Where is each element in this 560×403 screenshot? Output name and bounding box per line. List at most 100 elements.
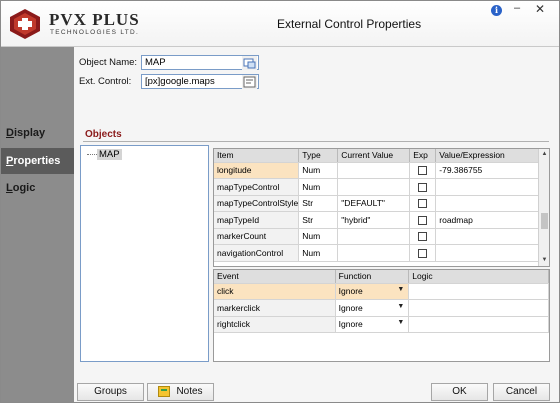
property-value-expression[interactable]: roadmap <box>435 211 544 229</box>
column-header-logic[interactable]: Logic <box>408 270 549 284</box>
column-header-item[interactable]: Item <box>214 149 300 163</box>
brand-name: PVX PLUS <box>49 10 140 29</box>
exp-checkbox[interactable] <box>418 182 428 192</box>
event-function-select[interactable]: Ignore ▼ <box>335 316 410 333</box>
property-current-value: "hybrid" <box>337 211 411 229</box>
object-name-label: Object Name: <box>79 57 138 68</box>
events-header-row: Event Function Logic <box>214 270 549 284</box>
objects-divider <box>83 141 549 142</box>
scroll-thumb[interactable] <box>541 213 548 229</box>
tree-connector <box>87 153 97 155</box>
column-header-function[interactable]: Function <box>335 270 410 284</box>
brand-subtitle: TECHNOLOGIES LTD. <box>50 29 140 36</box>
event-function-value: Ignore <box>338 319 363 330</box>
event-name[interactable]: markerclick <box>214 299 336 317</box>
event-logic[interactable] <box>408 283 549 300</box>
info-icon[interactable]: i <box>491 5 502 16</box>
chevron-down-icon[interactable]: ▼ <box>397 319 404 326</box>
table-row[interactable]: mapTypeControl Num <box>214 178 544 196</box>
events-grid[interactable]: Event Function Logic click Ignore ▼ marke… <box>213 269 550 362</box>
scroll-up-icon[interactable]: ▲ <box>540 150 549 159</box>
external-control-properties-window: PVX PLUS TECHNOLOGIES LTD. External Cont… <box>0 0 560 403</box>
property-exp-cell <box>409 228 437 245</box>
table-row[interactable]: longitude Num -79.386755 <box>214 162 544 179</box>
display-accelerator: D <box>6 127 14 139</box>
column-header-event[interactable]: Event <box>214 270 336 284</box>
table-row[interactable]: click Ignore ▼ <box>214 283 549 300</box>
property-type: Num <box>298 162 339 179</box>
property-item[interactable]: longitude <box>214 162 300 179</box>
objects-tree[interactable]: MAP <box>80 145 209 362</box>
column-header-current-value[interactable]: Current Value <box>337 149 411 163</box>
property-type: Num <box>298 228 339 245</box>
table-row[interactable]: markerclick Ignore ▼ <box>214 299 549 317</box>
exp-checkbox[interactable] <box>418 166 428 176</box>
property-current-value <box>337 228 411 245</box>
cancel-button[interactable]: Cancel <box>493 383 550 401</box>
property-exp-cell <box>409 195 437 212</box>
sidebar: Display Properties Logic <box>1 47 74 402</box>
event-logic[interactable] <box>408 299 549 317</box>
properties-scrollbar[interactable]: ▲ ▼ <box>538 149 549 266</box>
exp-checkbox[interactable] <box>418 248 428 258</box>
table-row[interactable]: rightclick Ignore ▼ <box>214 316 549 333</box>
table-row[interactable]: markerCount Num <box>214 228 544 245</box>
tree-item-map[interactable]: MAP <box>87 149 122 160</box>
event-name[interactable]: rightclick <box>214 316 336 333</box>
exp-checkbox[interactable] <box>418 232 428 242</box>
property-item[interactable]: mapTypeControl <box>214 178 300 196</box>
exp-checkbox[interactable] <box>418 199 428 209</box>
properties-header-row: Item Type Current Value Exp Value/Expres… <box>214 149 544 163</box>
event-logic[interactable] <box>408 316 549 333</box>
properties-grid[interactable]: Item Type Current Value Exp Value/Expres… <box>213 148 550 267</box>
event-function-select[interactable]: Ignore ▼ <box>335 299 410 317</box>
exp-checkbox[interactable] <box>418 215 428 225</box>
table-row[interactable]: mapTypeId Str "hybrid" roadmap <box>214 211 544 229</box>
tree-item-label: MAP <box>97 149 122 160</box>
event-name[interactable]: click <box>214 283 336 300</box>
property-exp-cell <box>409 162 437 179</box>
property-item[interactable]: mapTypeId <box>214 211 300 229</box>
ok-button[interactable]: OK <box>431 383 488 401</box>
event-function-select[interactable]: Ignore ▼ <box>335 283 410 300</box>
property-item[interactable]: navigationControl <box>214 244 300 262</box>
property-value-expression[interactable] <box>435 195 544 212</box>
sidebar-item-label: roperties <box>13 155 61 167</box>
close-button[interactable]: ✕ <box>532 3 548 16</box>
object-name-picker-icon[interactable] <box>242 56 257 70</box>
table-row[interactable]: mapTypeControlStyle Str "DEFAULT" <box>214 195 544 212</box>
property-type: Str <box>298 211 339 229</box>
sidebar-item-logic[interactable]: Logic <box>1 175 74 201</box>
property-type: Str <box>298 195 339 212</box>
sidebar-item-properties[interactable]: Properties <box>1 148 74 174</box>
chevron-down-icon[interactable]: ▼ <box>397 286 404 293</box>
groups-button[interactable]: Groups <box>77 383 144 401</box>
event-function-value: Ignore <box>338 286 363 297</box>
column-header-exp[interactable]: Exp <box>409 149 437 163</box>
property-item[interactable]: mapTypeControlStyle <box>214 195 300 212</box>
events-table: Event Function Logic click Ignore ▼ marke… <box>214 270 549 333</box>
minimize-button[interactable]: – <box>509 3 525 16</box>
column-header-value-expression[interactable]: Value/Expression <box>435 149 544 163</box>
groups-button-label: Groups <box>94 386 127 397</box>
scroll-down-icon[interactable]: ▼ <box>540 256 549 265</box>
property-value-expression[interactable] <box>435 178 544 196</box>
property-value-expression[interactable]: -79.386755 <box>435 162 544 179</box>
property-current-value <box>337 178 411 196</box>
notes-button[interactable]: Notes <box>147 383 214 401</box>
property-current-value <box>337 162 411 179</box>
chevron-down-icon[interactable]: ▼ <box>397 303 404 310</box>
ext-control-browse-icon[interactable] <box>242 75 257 89</box>
sidebar-item-display[interactable]: Display <box>1 120 74 146</box>
cancel-button-label: Cancel <box>505 386 538 397</box>
notes-icon <box>158 385 171 397</box>
column-header-type[interactable]: Type <box>298 149 339 163</box>
property-item[interactable]: markerCount <box>214 228 300 245</box>
property-current-value <box>337 244 411 262</box>
property-value-expression[interactable] <box>435 244 544 262</box>
event-function-value: Ignore <box>338 302 363 313</box>
properties-table: Item Type Current Value Exp Value/Expres… <box>214 149 544 262</box>
table-row[interactable]: navigationControl Num <box>214 244 544 262</box>
window-title: External Control Properties <box>277 17 422 31</box>
property-value-expression[interactable] <box>435 228 544 245</box>
